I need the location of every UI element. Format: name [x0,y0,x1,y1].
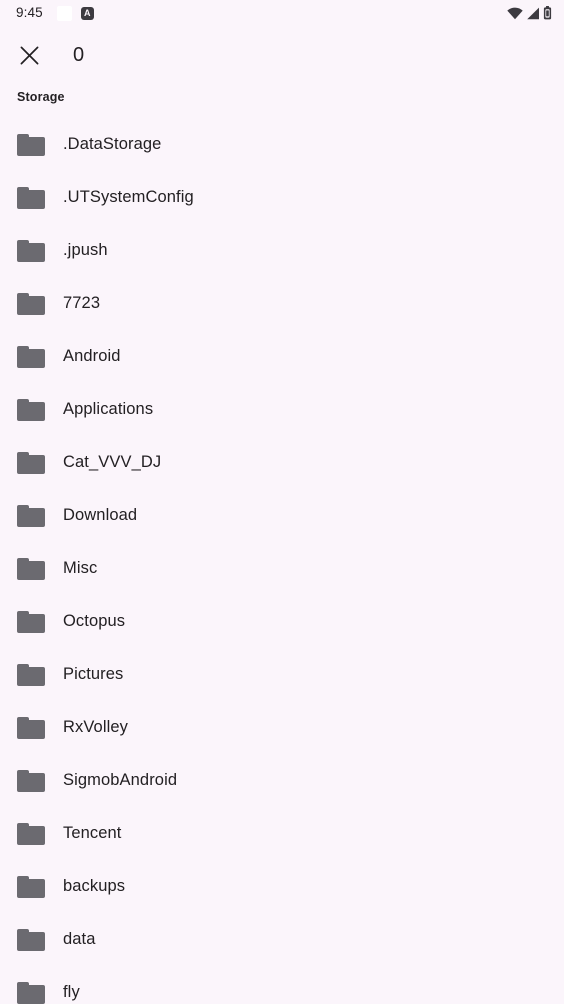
file-list-item[interactable]: .UTSystemConfig [0,171,564,224]
cellular-signal-icon [526,7,540,20]
file-list-item[interactable]: SigmobAndroid [0,754,564,807]
toolbar: 0 [0,26,564,84]
file-list-item[interactable]: Applications [0,383,564,436]
file-name-label: Applications [63,399,154,418]
file-name-label: Tencent [63,823,122,842]
file-name-label: Misc [63,558,98,577]
file-list-item[interactable]: Pictures [0,648,564,701]
folder-icon [17,875,45,898]
folder-icon [17,133,45,156]
folder-icon [17,928,45,951]
page-title: 0 [73,44,85,66]
file-list-item[interactable]: Tencent [0,807,564,860]
folder-icon [17,451,45,474]
folder-icon [17,610,45,633]
file-name-label: SigmobAndroid [63,770,178,789]
file-name-label: backups [63,876,126,895]
close-button[interactable] [17,43,41,67]
wifi-icon [507,7,523,20]
alert-badge-icon: A [80,6,94,20]
status-clock: 9:45 [16,5,43,21]
file-picker-screen: 9:45 A 0 Storage .DataStorage .UTSystemC… [0,0,564,1004]
file-name-label: 7723 [63,293,101,312]
battery-icon [543,6,552,20]
file-list-item[interactable]: Cat_VVV_DJ [0,436,564,489]
folder-icon [17,292,45,315]
folder-icon [17,504,45,527]
folder-icon [17,186,45,209]
folder-icon [17,822,45,845]
folder-icon [17,769,45,792]
file-list-item[interactable]: backups [0,860,564,913]
file-name-label: Download [63,505,138,524]
file-name-label: RxVolley [63,717,128,736]
folder-icon [17,345,45,368]
file-list-item[interactable]: .DataStorage [0,118,564,171]
folder-icon [17,981,45,1004]
status-system-icons [507,6,552,20]
file-list[interactable]: .DataStorage .UTSystemConfig .jpush 7723 And… [0,118,564,1004]
blank-notification-icon [56,5,72,21]
file-name-label: .DataStorage [63,134,162,153]
file-list-item[interactable]: Misc [0,542,564,595]
file-list-item[interactable]: fly [0,966,564,1004]
file-name-label: data [63,929,96,948]
file-list-item[interactable]: RxVolley [0,701,564,754]
section-header-storage: Storage [17,90,65,104]
file-name-label: Android [63,346,121,365]
file-name-label: .jpush [63,240,108,259]
file-name-label: Octopus [63,611,126,630]
file-list-item[interactable]: Android [0,330,564,383]
file-name-label: fly [63,982,80,1001]
file-list-item[interactable]: data [0,913,564,966]
folder-icon [17,557,45,580]
file-name-label: .UTSystemConfig [63,187,194,206]
file-name-label: Pictures [63,664,124,683]
folder-icon [17,239,45,262]
folder-icon [17,663,45,686]
file-list-item[interactable]: 7723 [0,277,564,330]
status-bar: 9:45 A [0,0,564,26]
status-notification-icons: A [56,5,94,21]
folder-icon [17,398,45,421]
close-icon [20,46,39,65]
file-name-label: Cat_VVV_DJ [63,452,162,471]
file-list-item[interactable]: .jpush [0,224,564,277]
file-list-item[interactable]: Octopus [0,595,564,648]
file-list-item[interactable]: Download [0,489,564,542]
folder-icon [17,716,45,739]
